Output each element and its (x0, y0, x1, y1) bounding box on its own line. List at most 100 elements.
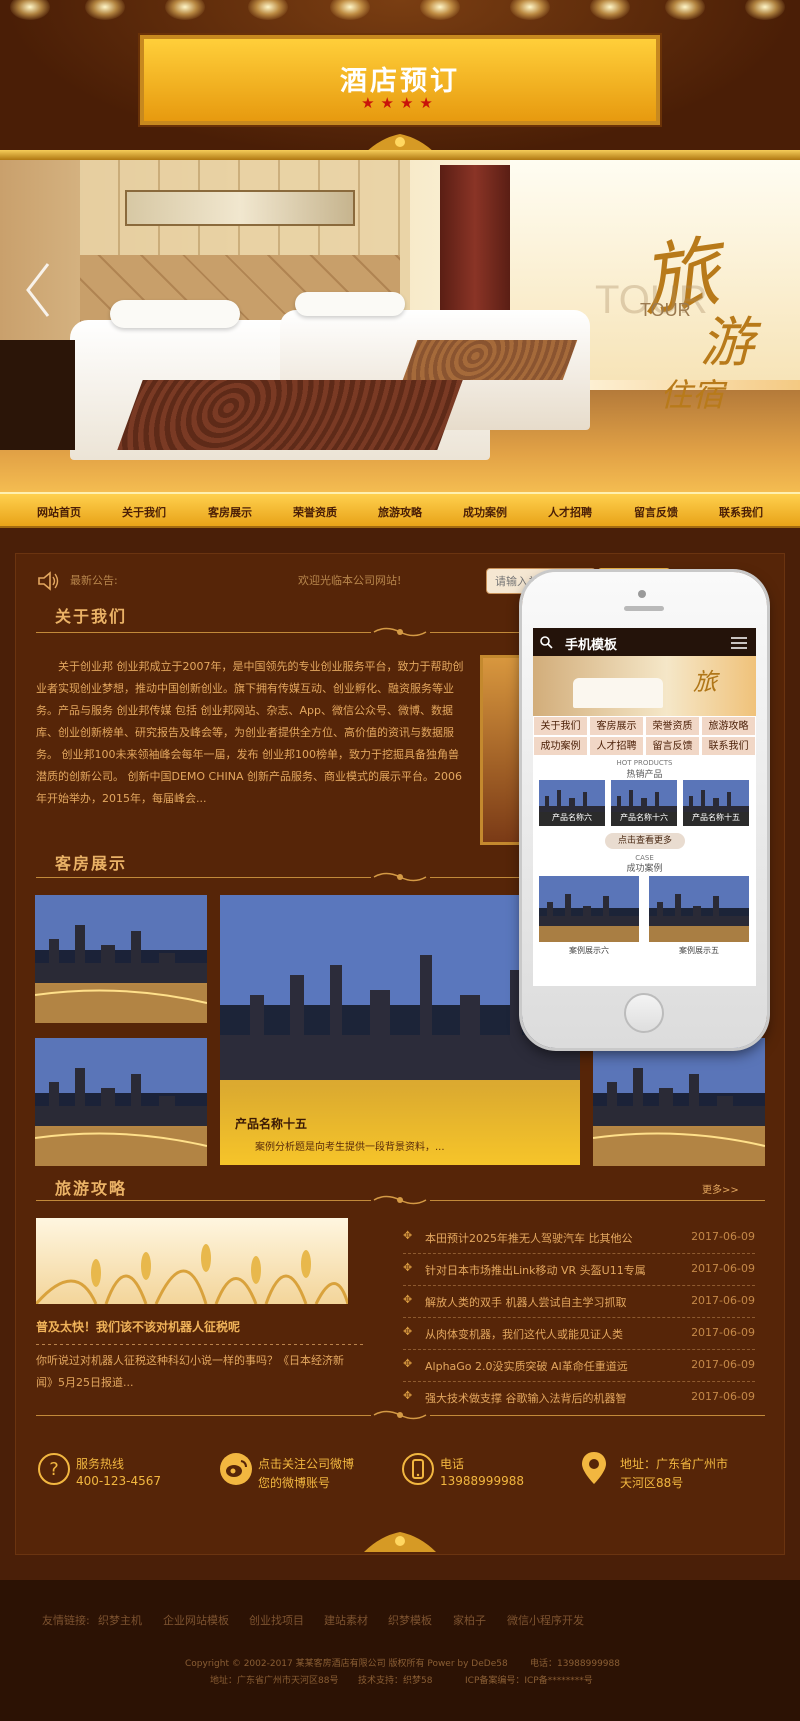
nav-feedback[interactable]: 留言反馈 (634, 504, 678, 520)
wall-painting (125, 190, 355, 226)
location-pin-icon (582, 1452, 606, 1484)
mobile-case-card[interactable]: 案例展示五 (649, 876, 749, 955)
mobile-nav-jobs[interactable]: 人才招聘 (589, 736, 644, 756)
divider-ornament (373, 627, 427, 637)
mobile-case-name: 案例展示六 (569, 946, 609, 955)
friend-link[interactable]: 建站素材 (324, 1612, 368, 1628)
site-title: 酒店预订 (340, 66, 460, 97)
speaker-icon (38, 571, 59, 591)
mobile-product-card[interactable]: 产品名称十六 (611, 780, 677, 826)
news-title[interactable]: 解放人类的双手 机器人尝试自主学习抓取 (425, 1294, 627, 1310)
mobile-case-name: 案例展示五 (679, 946, 719, 955)
nav-jobs[interactable]: 人才招聘 (548, 504, 592, 520)
mobile-nav-cases[interactable]: 成功案例 (533, 736, 588, 756)
news-item[interactable]: ✥ 强大技术做支撑 谷歌输入法背后的机器智 2017-06-09 (403, 1382, 755, 1414)
pillow (110, 300, 240, 328)
mobile-product-card[interactable]: 产品名称十五 (683, 780, 749, 826)
diamond-icon: ✥ (403, 1229, 413, 1242)
diamond-icon: ✥ (403, 1357, 413, 1370)
nav-honors[interactable]: 荣誉资质 (293, 504, 337, 520)
news-item[interactable]: ✥ 本田预计2025年推无人驾驶汽车 比其他公 2017-06-09 (403, 1222, 755, 1254)
divider (430, 1200, 765, 1201)
mobile-banner-calligraphy: 旅 (693, 668, 717, 696)
cases-heading: 成功案例 (626, 864, 663, 874)
room-photo[interactable] (34, 895, 208, 1023)
mobile-nav-travel[interactable]: 旅游攻略 (701, 716, 756, 736)
news-item[interactable]: ✥ 针对日本市场推出Link移动 VR 头盔U11专属 2017-06-09 (403, 1254, 755, 1286)
mobile-nav-feedback[interactable]: 留言反馈 (645, 736, 700, 756)
mobile-more-button[interactable]: 点击查看更多 (605, 833, 685, 849)
spotlight (10, 0, 50, 20)
friend-link[interactable]: 织梦主机 (98, 1612, 142, 1628)
news-item[interactable]: ✥ 解放人类的双手 机器人尝试自主学习抓取 2017-06-09 (403, 1286, 755, 1318)
mobile-nav-honors[interactable]: 荣誉资质 (645, 716, 700, 736)
banner-calligraphy-3: 住宿 (660, 376, 725, 414)
phone-screen: 手机模板 旅 关于我们 客房展示 荣誉资质 旅游攻略 成功案例 人才招聘 留言反… (533, 628, 756, 986)
nav-rooms[interactable]: 客房展示 (208, 504, 252, 520)
contact-weibo-label[interactable]: 点击关注公司微博 (258, 1455, 354, 1472)
room-photo[interactable] (592, 1038, 766, 1166)
notice-text[interactable]: 欢迎光临本公司网站! (298, 570, 401, 592)
spotlight (165, 0, 205, 20)
footer (0, 1580, 800, 1721)
room-photo[interactable] (34, 1038, 208, 1166)
news-list: ✥ 本田预计2025年推无人驾驶汽车 比其他公 2017-06-09 ✥ 针对日… (403, 1222, 755, 1414)
travel-title: 旅游攻略 (55, 1179, 128, 1198)
divider (36, 877, 371, 878)
mobile-nav-about[interactable]: 关于我们 (533, 716, 588, 736)
mobile-nav-rooms[interactable]: 客房展示 (589, 716, 644, 736)
pillow (295, 292, 405, 316)
weibo-icon[interactable] (219, 1452, 253, 1486)
nav-travel[interactable]: 旅游攻略 (378, 504, 422, 520)
mobile-product-name: 产品名称十六 (620, 813, 668, 822)
news-title[interactable]: 强大技术做支撑 谷歌输入法背后的机器智 (425, 1390, 627, 1406)
rating-stars: ★★★★ (361, 94, 439, 112)
news-title[interactable]: 本田预计2025年推无人驾驶汽车 比其他公 (425, 1230, 633, 1246)
nightstand (0, 340, 75, 450)
phone-icon (402, 1453, 434, 1485)
footer-address: 地址：广东省广州市天河区88号 (210, 1676, 339, 1686)
title-plaque: 酒店预订 ★★★★ (140, 35, 660, 125)
divider (36, 1200, 371, 1201)
mobile-product-card[interactable]: 产品名称六 (539, 780, 605, 826)
news-title[interactable]: AlphaGo 2.0没实质突破 AI革命任重道远 (425, 1358, 628, 1374)
travel-more-link[interactable]: 更多>> (702, 1181, 739, 1196)
travel-feature-title[interactable]: 普及太快！我们该不该对机器人征税呢 (36, 1318, 240, 1335)
mobile-title: 手机模板 (565, 638, 618, 653)
bottom-crown-ornament (364, 1532, 436, 1552)
mobile-nav-contact[interactable]: 联系我们 (701, 736, 756, 756)
divider (430, 632, 525, 633)
news-title[interactable]: 从肉体变机器，我们这代人或能见证人类 (425, 1326, 623, 1342)
divider (430, 877, 525, 878)
about-photo (480, 655, 522, 845)
friend-link[interactable]: 创业找项目 (249, 1612, 304, 1628)
news-title[interactable]: 针对日本市场推出Link移动 VR 头盔U11专属 (425, 1262, 646, 1278)
news-date: 2017-06-09 (691, 1390, 755, 1403)
about-paragraph: 关于创业邦 创业邦成立于2007年，是中国领先的专业创业服务平台，致力于帮助创业… (36, 660, 464, 805)
nav-about[interactable]: 关于我们 (122, 504, 166, 520)
about-title: 关于我们 (55, 607, 128, 626)
nav-home[interactable]: 网站首页 (37, 504, 81, 520)
divider (36, 1415, 371, 1416)
main-nav: 网站首页 关于我们 客房展示 荣誉资质 旅游攻略 成功案例 人才招聘 留言反馈 … (0, 492, 800, 528)
news-item[interactable]: ✥ 从肉体变机器，我们这代人或能见证人类 2017-06-09 (403, 1318, 755, 1350)
hero-banner: 旅 游 住宿 TOUR TOUR (0, 160, 800, 496)
menu-icon[interactable] (731, 637, 747, 649)
nav-contact[interactable]: 联系我们 (719, 504, 763, 520)
news-date: 2017-06-09 (691, 1326, 755, 1339)
contact-address-value: 天河区88号 (620, 1476, 684, 1490)
nav-cases[interactable]: 成功案例 (463, 504, 507, 520)
friend-link[interactable]: 家柏子 (453, 1612, 486, 1628)
friend-link[interactable]: 微信小程序开发 (507, 1612, 584, 1628)
contact-phone-label: 电话 (440, 1457, 465, 1471)
header-gold-line (0, 150, 800, 160)
travel-feature-image[interactable] (36, 1218, 348, 1304)
friend-link[interactable]: 企业网站模板 (163, 1612, 229, 1628)
search-icon[interactable] (539, 635, 553, 649)
news-item[interactable]: ✥ AlphaGo 2.0没实质突破 AI革命任重道远 2017-06-09 (403, 1350, 755, 1382)
mobile-case-card[interactable]: 案例展示六 (539, 876, 639, 955)
friend-link[interactable]: 织梦模板 (388, 1612, 432, 1628)
contact-hotline-label: 服务热线 (76, 1457, 125, 1471)
phone-home-button[interactable] (624, 993, 664, 1033)
prev-arrow-icon[interactable] (22, 260, 52, 320)
